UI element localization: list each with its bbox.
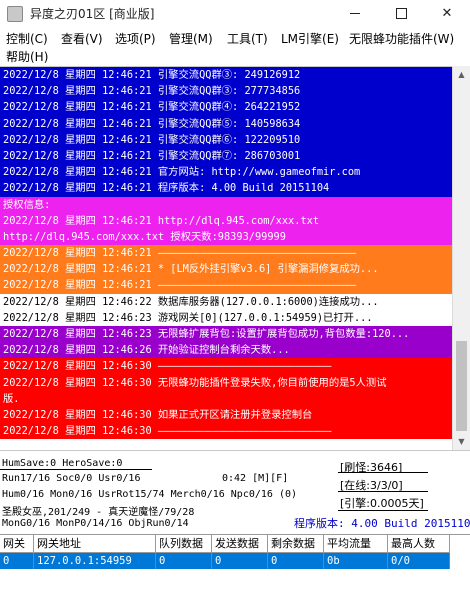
minimize-button[interactable] (332, 0, 378, 27)
app-icon (7, 6, 23, 22)
log-line: 2022/12/8 星期四 12:46:21 —————————————————… (0, 245, 452, 262)
close-button[interactable] (424, 0, 470, 27)
log-line: 2022/12/8 星期四 12:46:21 官方网站: http://www.… (0, 164, 452, 181)
cell-max-users: 0/0 (388, 553, 450, 569)
column-address[interactable]: 网关地址 (34, 535, 156, 553)
column-remaining[interactable]: 剩余数据 (268, 535, 324, 553)
gateway-table[interactable]: 网关 网关地址 队列数据 发送数据 剩余数据 平均流量 最高人数 0 127.0… (0, 534, 470, 594)
column-avg-flow[interactable]: 平均流量 (324, 535, 388, 553)
cell-sent: 0 (212, 553, 268, 569)
log-line: 2022/12/8 星期四 12:46:21 引擎交流QQ群⑦: 2867030… (0, 147, 452, 165)
divider (0, 469, 152, 470)
menu-tools[interactable]: 工具(T) (226, 30, 269, 47)
log-line: 版. (0, 390, 452, 407)
column-max-users[interactable]: 最高人数 (388, 535, 450, 553)
column-gateway[interactable]: 网关 (0, 535, 34, 553)
log-line: 2022/12/8 星期四 12:46:21 引擎交流QQ群③: 2777348… (0, 83, 452, 100)
cell-remaining: 0 (268, 553, 324, 569)
log-line: 2022/12/8 星期四 12:46:30 —————————————————… (0, 358, 452, 375)
object-status: Hum0/16 Mon0/16 UsrRot15/74 Merch0/16 Np… (2, 489, 298, 500)
table-row[interactable]: 0 127.0.0.1:54959 0 0 0 0b 0/0 (0, 553, 450, 569)
cell-avg-flow: 0b (324, 553, 388, 569)
column-queue[interactable]: 队列数据 (156, 535, 212, 553)
log-line: 2022/12/8 星期四 12:46:26 开始验证控制台剩余天数... (0, 342, 452, 359)
menu-manage[interactable]: 管理(M) (168, 30, 214, 47)
log-line: 2022/12/8 星期四 12:46:30 如果正式开区请注册并登录控制台 (0, 406, 452, 424)
menu-plugin[interactable]: 无限蜂功能插件(W) (348, 30, 455, 47)
divider (338, 472, 428, 473)
log-panel[interactable]: 2022/12/8 星期四 12:46:21 引擎交流QQ群③: 2491269… (0, 66, 452, 450)
log-line: 2022/12/8 星期四 12:46:21 引擎交流QQ群⑤: 1405986… (0, 115, 452, 132)
log-line: 2022/12/8 星期四 12:46:21 引擎交流QQ群④: 2642219… (0, 99, 452, 116)
menu-view[interactable]: 查看(V) (60, 30, 104, 47)
log-line: 2022/12/8 星期四 12:46:21 —————————————————… (0, 277, 452, 294)
timer-status: 0:42 [M][F] (222, 473, 289, 484)
log-line: 2022/12/8 星期四 12:46:21 引擎交流QQ群③: 2491269… (0, 67, 452, 84)
menu-help[interactable]: 帮助(H) (5, 48, 49, 65)
divider (338, 491, 428, 492)
save-status: HumSave:0 HeroSave:0 (2, 458, 123, 469)
menu-options[interactable]: 选项(P) (114, 30, 157, 47)
title-bar: 异度之刃01区 [商业版] (0, 0, 470, 27)
log-line: 授权信息: (0, 196, 452, 213)
gateway-table-header: 网关 网关地址 队列数据 发送数据 剩余数据 平均流量 最高人数 (0, 535, 470, 553)
scroll-up-arrow-icon[interactable]: ▲ (453, 66, 470, 83)
status-panel: HumSave:0 HeroSave:0 Run17/16 Soc0/0 Usr… (0, 450, 470, 534)
column-sent[interactable]: 发送数据 (212, 535, 268, 553)
log-line: 2022/12/8 星期四 12:46:21 程序版本: 4.00 Build … (0, 180, 452, 197)
log-line: 2022/12/8 星期四 12:46:30 无限蜂功能插件登录失败,你目前使用… (0, 374, 452, 391)
menu-control[interactable]: 控制(C) (5, 30, 49, 47)
engine-days: [引擎:0.0005天] (340, 497, 424, 510)
log-line: 2022/12/8 星期四 12:46:23 游戏网关[0](127.0.0.1… (0, 309, 452, 326)
cell-address: 127.0.0.1:54959 (34, 553, 156, 569)
log-line: 2022/12/8 星期四 12:46:30 —————————————————… (0, 423, 452, 440)
window-title: 异度之刃01区 [商业版] (30, 7, 155, 21)
log-line: 2022/12/8 星期四 12:46:22 数据库服务器(127.0.0.1:… (0, 293, 452, 310)
log-line: 2022/12/8 星期四 12:46:23 无限蜂扩展背包:设置扩展背包成功,… (0, 326, 452, 343)
program-version: 程序版本: 4.00 Build 20151104 (294, 517, 470, 530)
cell-queue: 0 (156, 553, 212, 569)
log-line: http://dlq.945.com/xxx.txt 授权天数:98393/99… (0, 228, 452, 246)
menu-bar: 控制(C) 查看(V) 选项(P) 管理(M) 工具(T) LM引擎(E) 无限… (0, 27, 470, 67)
divider (338, 510, 428, 511)
log-line: 2022/12/8 星期四 12:46:21 http://dlq.945.co… (0, 212, 452, 229)
scroll-thumb[interactable] (456, 341, 467, 431)
scroll-down-arrow-icon[interactable]: ▼ (453, 433, 470, 450)
log-line: 2022/12/8 星期四 12:46:21 引擎交流QQ群⑥: 1222095… (0, 131, 452, 148)
log-scrollbar[interactable]: ▲ ▼ (452, 66, 470, 450)
monster-status: MonG0/16 MonP0/14/16 ObjRun0/14 (2, 518, 189, 529)
log-line: 2022/12/8 星期四 12:46:21 * [LM反外挂引擎v3.6] 引… (0, 261, 452, 278)
map-status: 圣殿女巫,201/249 - 真天逆魔怪/79/28 (2, 507, 195, 518)
menu-lm-engine[interactable]: LM引擎(E) (280, 30, 340, 47)
cell-gateway: 0 (0, 553, 34, 569)
maximize-button[interactable] (378, 0, 424, 27)
run-status: Run17/16 Soc0/0 Usr0/16 (2, 473, 141, 484)
